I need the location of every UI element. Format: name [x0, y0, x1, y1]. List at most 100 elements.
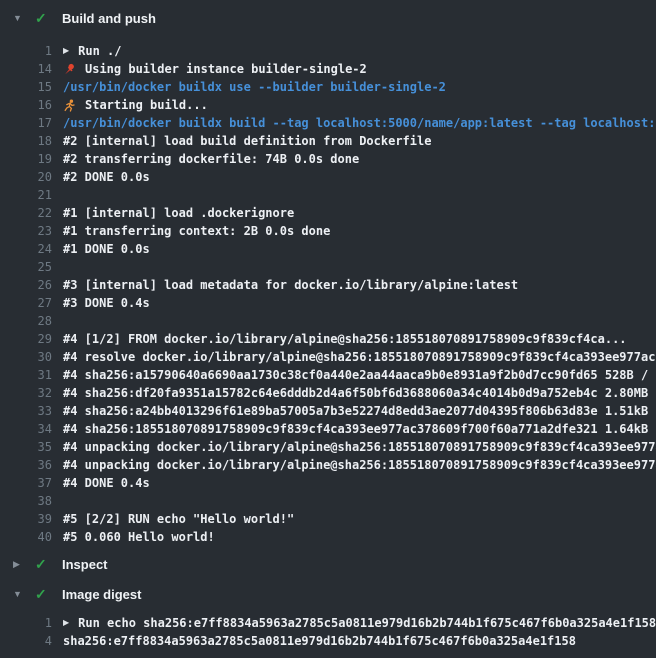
group-title: Build and push: [62, 11, 156, 26]
check-icon: ✓: [35, 6, 50, 30]
log-line: 34 #4 sha256:185518070891758909c9f839cf4c…: [0, 420, 656, 438]
chevron-down-icon: ▼: [13, 6, 23, 30]
log-text: #1 transferring context: 2B 0.0s done: [63, 222, 330, 240]
log-text-cell: #4 unpacking docker.io/library/alpine@sh…: [63, 438, 656, 456]
line-number[interactable]: 16: [0, 96, 52, 114]
line-number[interactable]: 39: [0, 510, 52, 528]
log-group-build-and-push: ▼ ✓ Build and push 1 ▶ Run ./ 14 Using builder …: [0, 6, 656, 546]
line-number[interactable]: 15: [0, 78, 52, 96]
log-text-cell: [63, 186, 656, 204]
log-text: #2 DONE 0.0s: [63, 168, 150, 186]
line-number[interactable]: 22: [0, 204, 52, 222]
line-number[interactable]: 35: [0, 438, 52, 456]
log-line: 29 #4 [1/2] FROM docker.io/library/alpine…: [0, 330, 656, 348]
expand-arrow-icon[interactable]: ▶: [63, 42, 69, 60]
line-number[interactable]: 19: [0, 150, 52, 168]
check-icon: ✓: [35, 582, 50, 606]
line-number[interactable]: 4: [0, 632, 52, 650]
line-number[interactable]: 32: [0, 384, 52, 402]
line-number[interactable]: 20: [0, 168, 52, 186]
log-text: #4 sha256:df20fa9351a15782c64e6dddb2d4a6…: [63, 384, 656, 402]
log-text-cell: [63, 258, 656, 276]
group-header-build-and-push[interactable]: ▼ ✓ Build and push: [0, 6, 656, 30]
log-text-cell: Starting build...: [63, 96, 656, 114]
line-number[interactable]: 25: [0, 258, 52, 276]
line-number[interactable]: 17: [0, 114, 52, 132]
line-number[interactable]: 31: [0, 366, 52, 384]
log-line: 17/usr/bin/docker buildx build --tag loc…: [0, 114, 656, 132]
line-number[interactable]: 1: [0, 42, 52, 60]
log-text: Run ./: [78, 42, 121, 60]
log-line: 1 ▶ Run echo sha256:e7ff8834a5963a2785c5a0…: [0, 614, 656, 632]
line-number[interactable]: 24: [0, 240, 52, 258]
log-line: 21: [0, 186, 656, 204]
log-lines: 1 ▶ Run echo sha256:e7ff8834a5963a2785c5a0…: [0, 614, 656, 650]
log-text-cell: #4 sha256:df20fa9351a15782c64e6dddb2d4a6…: [63, 384, 656, 402]
log-group-image-digest: ▼✓Image digest 1 ▶ Run echo sha256:e7ff8834…: [0, 582, 656, 650]
log-line: 4 sha256:e7ff8834a5963a2785c5a0811e979d16…: [0, 632, 656, 650]
log-text-cell: #1 DONE 0.0s: [63, 240, 656, 258]
line-number[interactable]: 30: [0, 348, 52, 366]
group-header-inspect[interactable]: ▶✓Inspect: [0, 552, 656, 576]
line-number[interactable]: 23: [0, 222, 52, 240]
log-text: #2 [internal] load build definition from…: [63, 132, 431, 150]
line-number[interactable]: 37: [0, 474, 52, 492]
log-line: 14 Using builder instance builder-single-…: [0, 60, 656, 78]
log-text-cell: ▶ Run echo sha256:e7ff8834a5963a2785c5a08…: [63, 614, 656, 632]
log-text-cell: #1 transferring context: 2B 0.0s done: [63, 222, 656, 240]
log-line: 16 Starting build...: [0, 96, 656, 114]
log-line: 31 #4 sha256:a15790640a6690aa1730c38cf0a4…: [0, 366, 656, 384]
log-text: #4 sha256:185518070891758909c9f839cf4ca3…: [63, 420, 656, 438]
expand-arrow-icon[interactable]: ▶: [63, 614, 69, 632]
log-line: 39 #5 [2/2] RUN echo "Hello world!": [0, 510, 656, 528]
log-text: /usr/bin/docker buildx use --builder bui…: [63, 78, 446, 96]
log-text-cell: #4 sha256:a15790640a6690aa1730c38cf0a440…: [63, 366, 656, 384]
log-line: 40#5 0.060 Hello world!: [0, 528, 656, 546]
log-lines: 1 ▶ Run ./ 14 Using builder instance builder…: [0, 42, 656, 546]
log-text-cell: #4 sha256:185518070891758909c9f839cf4ca3…: [63, 420, 656, 438]
line-number[interactable]: 40: [0, 528, 52, 546]
line-number[interactable]: 26: [0, 276, 52, 294]
log-line: 27 #3 DONE 0.4s: [0, 294, 656, 312]
log-line: 28: [0, 312, 656, 330]
log-text: #3 DONE 0.4s: [63, 294, 150, 312]
check-icon: ✓: [35, 552, 50, 576]
log-text: #4 DONE 0.4s: [63, 474, 150, 492]
line-number[interactable]: 27: [0, 294, 52, 312]
log-text: #4 unpacking docker.io/library/alpine@sh…: [63, 456, 656, 474]
log-text-cell: /usr/bin/docker buildx build --tag local…: [63, 114, 656, 132]
log-line: 32 #4 sha256:df20fa9351a15782c64e6dddb2d4…: [0, 384, 656, 402]
log-text: #4 unpacking docker.io/library/alpine@sh…: [63, 438, 656, 456]
workflow-log-viewer: ▼✓Build and push1▶Run ./14Using builder …: [0, 0, 656, 658]
log-text: #4 sha256:a15790640a6690aa1730c38cf0a440…: [63, 366, 656, 384]
line-number[interactable]: 18: [0, 132, 52, 150]
log-text: Starting build...: [85, 96, 208, 114]
log-text-cell: #3 DONE 0.4s: [63, 294, 656, 312]
group-header-image-digest[interactable]: ▼✓Image digest: [0, 582, 656, 606]
log-text-cell: #2 DONE 0.0s: [63, 168, 656, 186]
line-number[interactable]: 14: [0, 60, 52, 78]
line-number[interactable]: 38: [0, 492, 52, 510]
log-line: 22 #1 [internal] load .dockerignore: [0, 204, 656, 222]
log-text: #5 [2/2] RUN echo "Hello world!": [63, 510, 294, 528]
log-line: 33#4 sha256:a24bb4013296f61e89ba57005a7b…: [0, 402, 656, 420]
log-text: #1 DONE 0.0s: [63, 240, 150, 258]
line-number[interactable]: 34: [0, 420, 52, 438]
log-text-cell: [63, 492, 656, 510]
log-text-cell: sha256:e7ff8834a5963a2785c5a0811e979d16b…: [63, 632, 656, 650]
log-line: 15/usr/bin/docker buildx use --builder b…: [0, 78, 656, 96]
line-number[interactable]: 1: [0, 614, 52, 632]
line-number[interactable]: 33: [0, 402, 52, 420]
log-line: 36 #4 unpacking docker.io/library/alpine@…: [0, 456, 656, 474]
line-number[interactable]: 21: [0, 186, 52, 204]
line-number[interactable]: 28: [0, 312, 52, 330]
log-text: Using builder instance builder-single-2: [85, 60, 367, 78]
log-line: 37 #4 DONE 0.4s: [0, 474, 656, 492]
log-line: 35 #4 unpacking docker.io/library/alpine@…: [0, 438, 656, 456]
log-text: #1 [internal] load .dockerignore: [63, 204, 294, 222]
line-number[interactable]: 29: [0, 330, 52, 348]
log-text: Run echo sha256:e7ff8834a5963a2785c5a081…: [78, 614, 656, 632]
log-text-cell: #4 [1/2] FROM docker.io/library/alpine@s…: [63, 330, 656, 348]
log-text-cell: #2 transferring dockerfile: 74B 0.0s don…: [63, 150, 656, 168]
line-number[interactable]: 36: [0, 456, 52, 474]
